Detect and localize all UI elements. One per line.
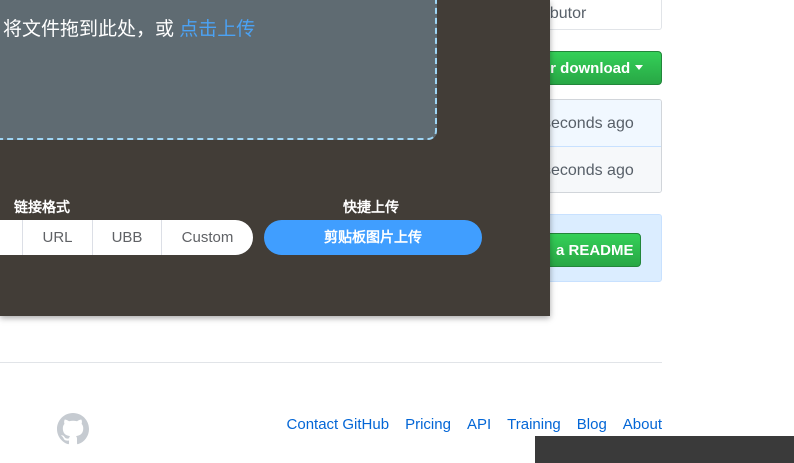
- clone-button-label: or download: [541, 60, 631, 77]
- link-format-title: 链接格式: [14, 199, 70, 215]
- footer-link-pricing[interactable]: Pricing: [405, 416, 451, 433]
- github-mark-icon[interactable]: [57, 413, 89, 445]
- format-option-ubb[interactable]: UBB: [93, 220, 162, 255]
- upload-panel: 将文件拖到此处，或 点击上传 链接格式 快捷上传 L URL UBB Custo…: [0, 0, 550, 316]
- clipboard-upload-button[interactable]: 剪贴板图片上传: [264, 220, 482, 255]
- footer-link-training[interactable]: Training: [507, 416, 561, 433]
- footer-link-about[interactable]: About: [623, 416, 662, 433]
- overlay-edge: [535, 436, 794, 463]
- footer-links: Contact GitHub Pricing API Training Blog Abou…: [271, 416, 662, 433]
- format-option-custom[interactable]: Custom: [162, 220, 253, 255]
- footer-link-contact[interactable]: Contact GitHub: [287, 416, 390, 433]
- footer-link-api[interactable]: API: [467, 416, 491, 433]
- click-upload-link[interactable]: 点击上传: [179, 19, 255, 40]
- dropzone-hint: 将文件拖到此处，或: [3, 19, 175, 40]
- upload-dropzone[interactable]: 将文件拖到此处，或 点击上传: [0, 0, 437, 140]
- add-readme-label: a README: [556, 242, 634, 259]
- caret-down-icon: [635, 65, 644, 70]
- link-format-selector: L URL UBB Custom: [0, 220, 253, 255]
- dropzone-text: 将文件拖到此处，或 点击上传: [3, 14, 255, 41]
- format-option-markdown[interactable]: L: [0, 220, 23, 255]
- footer-divider: [0, 362, 662, 363]
- quick-upload-title: 快捷上传: [343, 199, 399, 215]
- format-option-url[interactable]: URL: [23, 220, 93, 255]
- commit-time: seconds ago: [543, 162, 634, 179]
- footer-link-blog[interactable]: Blog: [577, 416, 607, 433]
- commit-time: seconds ago: [543, 115, 634, 132]
